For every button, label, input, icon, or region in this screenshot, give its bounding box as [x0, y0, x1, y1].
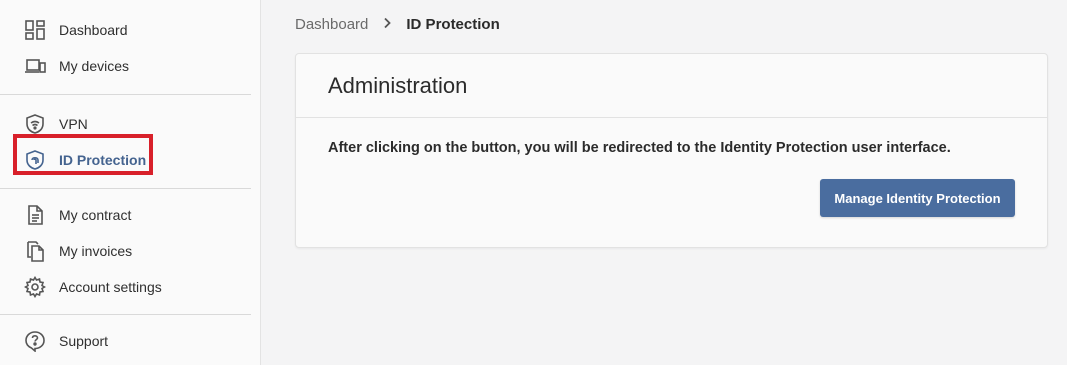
sidebar-item-my-devices[interactable]: My devices	[0, 48, 260, 84]
nav-group-account: My contract My invoices Account settings	[0, 197, 260, 305]
vpn-shield-icon	[24, 113, 46, 135]
sidebar-item-id-protection[interactable]: ID Protection	[0, 142, 260, 178]
sidebar-item-label: ID Protection	[59, 152, 147, 168]
sidebar-item-dashboard[interactable]: Dashboard	[0, 12, 260, 48]
administration-card: Administration After clicking on the but…	[295, 53, 1048, 248]
id-protection-shield-icon	[24, 149, 46, 171]
sidebar-item-label: VPN	[59, 116, 88, 132]
card-header: Administration	[296, 54, 1047, 118]
sidebar-item-my-invoices[interactable]: My invoices	[0, 233, 260, 269]
sidebar-item-label: Support	[59, 333, 109, 349]
breadcrumb: Dashboard ID Protection	[295, 0, 1048, 48]
dashboard-icon	[24, 19, 46, 41]
manage-identity-protection-button[interactable]: Manage Identity Protection	[820, 179, 1015, 217]
invoices-icon	[24, 240, 46, 262]
sidebar-item-label: My contract	[59, 207, 132, 223]
sidebar-divider	[0, 314, 251, 315]
contract-icon	[24, 204, 46, 226]
button-row: Manage Identity Protection	[328, 179, 1015, 217]
nav-group-support: Support	[0, 323, 260, 359]
sidebar-item-label: Account settings	[59, 279, 162, 295]
sidebar-divider	[0, 94, 251, 95]
sidebar-item-my-contract[interactable]: My contract	[0, 197, 260, 233]
chevron-right-icon	[382, 16, 392, 32]
breadcrumb-current: ID Protection	[406, 15, 500, 33]
sidebar-item-vpn[interactable]: VPN	[0, 106, 260, 142]
sidebar-item-label: My invoices	[59, 243, 133, 259]
card-title: Administration	[328, 72, 468, 98]
sidebar-item-label: Dashboard	[59, 22, 128, 38]
sidebar-item-account-settings[interactable]: Account settings	[0, 269, 260, 305]
sidebar-divider	[0, 188, 251, 189]
card-description: After clicking on the button, you will b…	[328, 140, 951, 156]
breadcrumb-root[interactable]: Dashboard	[295, 16, 368, 33]
nav-group-main: Dashboard My devices	[0, 0, 260, 84]
card-body: After clicking on the button, you will b…	[296, 118, 1047, 247]
main-content: Dashboard ID Protection Administration A…	[261, 0, 1067, 365]
nav-group-protection: VPN ID Protection	[0, 106, 260, 178]
devices-icon	[24, 55, 46, 77]
sidebar-item-label: My devices	[59, 58, 130, 74]
sidebar: Dashboard My devices VPN ID Protection M…	[0, 0, 261, 365]
gear-icon	[24, 276, 46, 298]
support-icon	[24, 330, 46, 352]
sidebar-item-support[interactable]: Support	[0, 323, 260, 359]
